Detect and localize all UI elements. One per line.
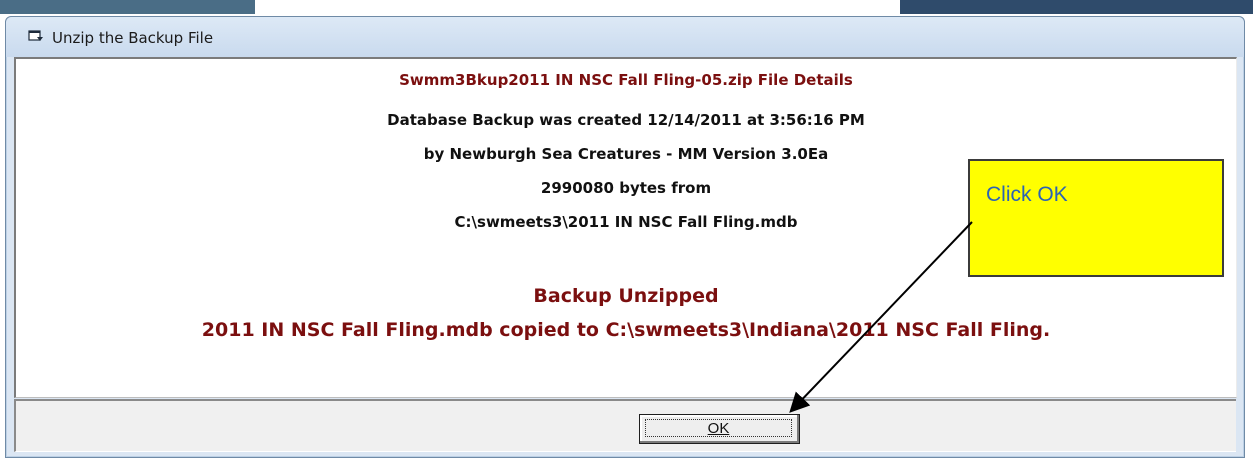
window-title: Unzip the Backup File <box>52 29 214 47</box>
instruction-callout: Click OK <box>968 159 1224 277</box>
backup-created-text: Database Backup was created 12/14/2011 a… <box>387 111 865 129</box>
callout-text: Click OK <box>986 183 1068 206</box>
ok-button-label: OK <box>707 419 730 437</box>
background-window-edge-left <box>0 0 255 14</box>
file-details-heading: Swmm3Bkup2011 IN NSC Fall Fling-05.zip F… <box>399 71 853 89</box>
focus-rectangle: OK <box>645 419 792 437</box>
status-message: 2011 IN NSC Fall Fling.mdb copied to C:\… <box>201 319 1051 341</box>
status-title: Backup Unzipped <box>533 285 719 307</box>
ok-button[interactable]: OK <box>639 414 800 444</box>
window-app-icon <box>28 29 44 43</box>
background-window-edge-right <box>900 0 1253 14</box>
title-bar[interactable]: Unzip the Backup File <box>6 17 1244 57</box>
button-bar: OK <box>14 399 1236 452</box>
